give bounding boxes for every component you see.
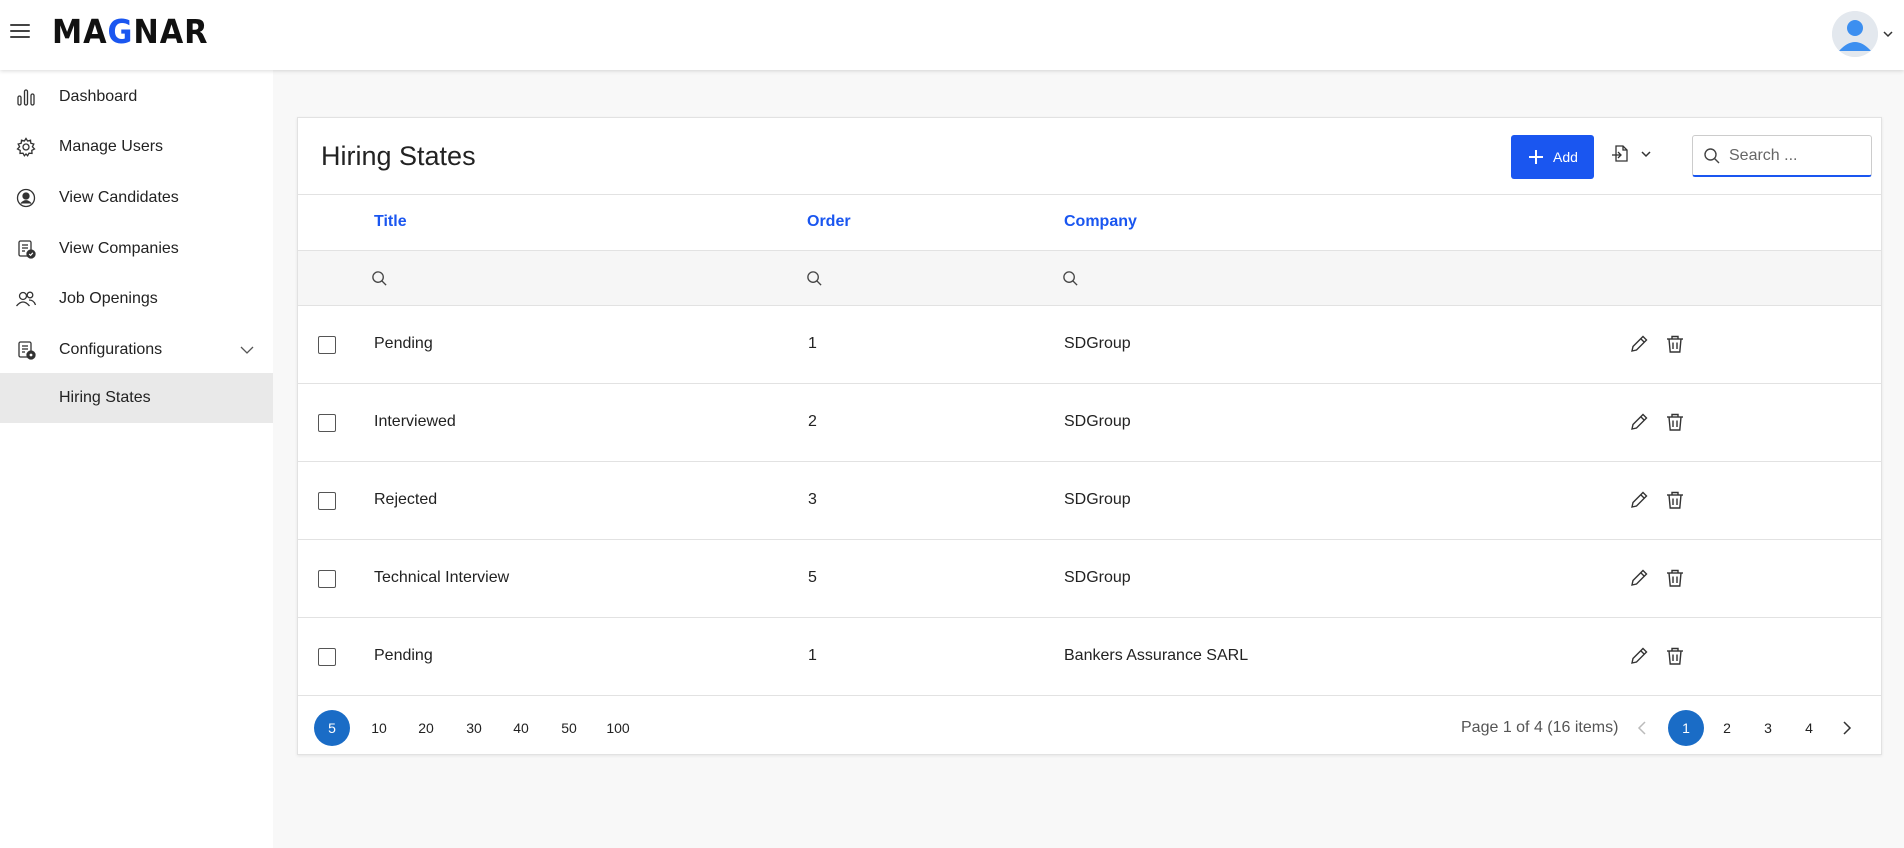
table-row[interactable]: Rejected 3 SDGroup [298, 462, 1881, 540]
page-size-option[interactable]: 20 [408, 710, 444, 746]
delete-trash-icon[interactable] [1664, 645, 1686, 667]
edit-pencil-icon[interactable] [1628, 411, 1650, 433]
gear-icon [15, 136, 37, 158]
cell-company: SDGroup [1064, 569, 1131, 586]
clipboard-settings-icon [15, 339, 37, 361]
row-checkbox[interactable] [318, 414, 336, 432]
column-header-company[interactable]: Company [1064, 213, 1137, 231]
sidebar-item-label: Configurations [59, 341, 163, 358]
sidebar-item-label: Dashboard [59, 88, 138, 105]
page-size-option[interactable]: 40 [503, 710, 539, 746]
page-info: Page 1 of 4 (16 items) [1461, 719, 1619, 736]
user-menu[interactable] [1832, 11, 1894, 57]
cell-company: SDGroup [1064, 491, 1131, 508]
cell-title: Technical Interview [374, 569, 510, 586]
avatar [1832, 11, 1878, 57]
sidebar-item-configurations[interactable]: Configurations [0, 325, 273, 375]
page-button[interactable]: 2 [1709, 710, 1745, 746]
row-checkbox[interactable] [318, 570, 336, 588]
page-size-option[interactable]: 5 [314, 710, 350, 746]
cell-title: Pending [374, 335, 433, 352]
edit-pencil-icon[interactable] [1628, 645, 1650, 667]
page-size-option[interactable]: 10 [361, 710, 397, 746]
sidebar-item-manage-users[interactable]: Manage Users [0, 122, 273, 172]
plus-icon [1529, 150, 1544, 164]
top-bar: MAGNAR [0, 0, 1904, 70]
search-field[interactable] [1692, 135, 1872, 177]
chevron-left-icon[interactable] [1635, 720, 1651, 736]
page-button[interactable]: 3 [1750, 710, 1786, 746]
chevron-down-icon [240, 346, 254, 354]
search-input[interactable] [1729, 146, 1869, 165]
page-button[interactable]: 4 [1791, 710, 1827, 746]
cell-company: SDGroup [1064, 413, 1131, 430]
sidebar-item-label: Hiring States [59, 389, 151, 406]
sidebar-item-hiring-states[interactable]: Hiring States [0, 373, 273, 423]
add-button[interactable]: Add [1511, 135, 1594, 179]
logo[interactable]: MAGNAR [52, 12, 208, 51]
hiring-states-card: Hiring States Add Title Order Company Pe… [297, 117, 1882, 755]
add-button-label: Add [1553, 149, 1578, 165]
table-row[interactable]: Pending 1 SDGroup [298, 306, 1881, 384]
hamburger-menu-icon[interactable] [10, 20, 32, 42]
users-icon [15, 288, 37, 310]
chevron-down-icon [1883, 31, 1893, 38]
filter-row [298, 250, 1881, 306]
row-checkbox[interactable] [318, 492, 336, 510]
sidebar-item-label: Manage Users [59, 138, 164, 155]
delete-trash-icon[interactable] [1664, 411, 1686, 433]
user-circle-icon [15, 187, 37, 209]
search-icon [1704, 147, 1720, 163]
edit-pencil-icon[interactable] [1628, 489, 1650, 511]
page-size-option[interactable]: 50 [551, 710, 587, 746]
page-size-option[interactable]: 30 [456, 710, 492, 746]
sidebar-item-label: View Companies [59, 240, 179, 257]
chevron-down-icon [1641, 151, 1651, 158]
cell-title: Pending [374, 647, 433, 664]
sidebar-item-dashboard[interactable]: Dashboard [0, 72, 273, 122]
chevron-right-icon[interactable] [1838, 720, 1854, 736]
filter-title-search-icon[interactable] [371, 270, 388, 287]
sidebar: Dashboard Manage Users View Candidates V… [0, 70, 273, 848]
table-row[interactable]: Technical Interview 5 SDGroup [298, 540, 1881, 618]
cell-order: 3 [808, 491, 817, 508]
sidebar-item-view-candidates[interactable]: View Candidates [0, 173, 273, 223]
column-header-order[interactable]: Order [807, 213, 851, 231]
sidebar-item-job-openings[interactable]: Job Openings [0, 274, 273, 324]
table-header: Title Order Company [298, 194, 1881, 250]
table-row[interactable]: Interviewed 2 SDGroup [298, 384, 1881, 462]
export-button[interactable] [1610, 143, 1652, 165]
sidebar-item-view-companies[interactable]: View Companies [0, 224, 273, 274]
cell-order: 5 [808, 569, 817, 586]
edit-pencil-icon[interactable] [1628, 567, 1650, 589]
sidebar-item-label: View Candidates [59, 189, 179, 206]
page-title: Hiring States [321, 141, 476, 171]
cell-title: Rejected [374, 491, 438, 508]
export-icon [1612, 145, 1628, 162]
filter-company-search-icon[interactable] [1062, 270, 1079, 287]
edit-pencil-icon[interactable] [1628, 333, 1650, 355]
cell-company: SDGroup [1064, 335, 1131, 352]
filter-order-search-icon[interactable] [806, 270, 823, 287]
cell-title: Interviewed [374, 413, 456, 430]
delete-trash-icon[interactable] [1664, 333, 1686, 355]
pager: 5 10 20 30 40 50 100 Page 1 of 4 (16 ite… [298, 696, 1881, 754]
bar-chart-icon [15, 86, 37, 108]
delete-trash-icon[interactable] [1664, 489, 1686, 511]
cell-company: Bankers Assurance SARL [1064, 647, 1249, 664]
table-row[interactable]: Pending 1 Bankers Assurance SARL [298, 618, 1881, 696]
page-button[interactable]: 1 [1668, 710, 1704, 746]
cell-order: 1 [808, 647, 817, 664]
row-checkbox[interactable] [318, 648, 336, 666]
sidebar-item-label: Job Openings [59, 290, 158, 307]
clipboard-check-icon [15, 238, 37, 260]
delete-trash-icon[interactable] [1664, 567, 1686, 589]
column-header-title[interactable]: Title [374, 213, 407, 231]
row-checkbox[interactable] [318, 336, 336, 354]
cell-order: 2 [808, 413, 817, 430]
page-size-option[interactable]: 100 [600, 710, 636, 746]
cell-order: 1 [808, 335, 817, 352]
